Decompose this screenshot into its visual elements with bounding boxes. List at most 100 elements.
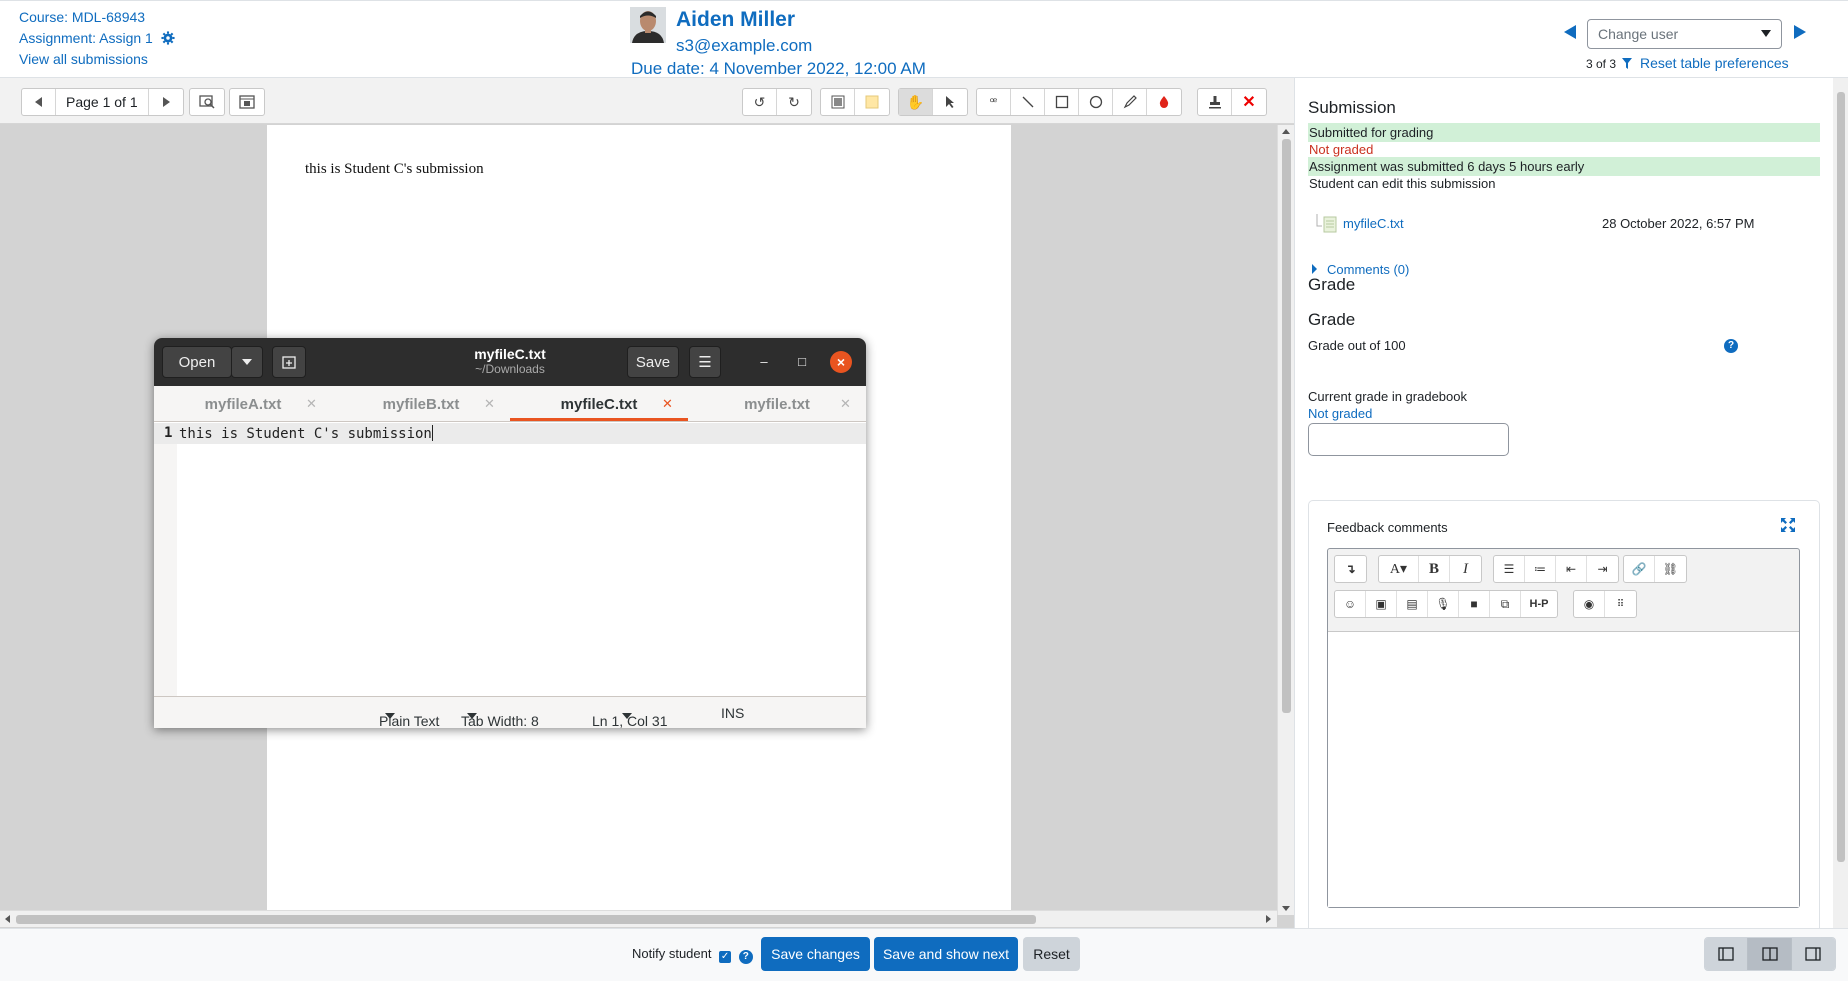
comment-tool-button[interactable]: ꟹ bbox=[977, 89, 1011, 115]
course-link[interactable]: Course: MDL-68943 bbox=[19, 9, 145, 25]
layout-collapse-grade-button[interactable] bbox=[1705, 938, 1749, 970]
select-tool-button[interactable] bbox=[933, 89, 967, 115]
maximize-icon[interactable]: □ bbox=[792, 352, 812, 372]
editor-title-bar[interactable]: Open myfileC.txt ~/Downloads Save ☰ – □ … bbox=[154, 338, 866, 386]
text-cursor bbox=[431, 425, 433, 441]
comment-color-icon bbox=[831, 95, 844, 109]
tab-myfileb[interactable]: myfileB.txt ✕ bbox=[332, 386, 510, 422]
scroll-down-icon[interactable] bbox=[1282, 906, 1290, 911]
scrollbar-thumb[interactable] bbox=[16, 915, 1036, 924]
assignment-link[interactable]: Assignment: Assign 1 bbox=[19, 30, 153, 46]
previous-user-icon[interactable] bbox=[1564, 25, 1576, 39]
unordered-list-button[interactable]: ☰ bbox=[1494, 556, 1525, 582]
triangle-left-icon bbox=[34, 97, 42, 107]
reset-table-preferences-link[interactable]: Reset table preferences bbox=[1640, 55, 1789, 71]
delete-annotation-button[interactable]: ✕ bbox=[1232, 89, 1266, 115]
save-changes-button[interactable]: Save changes bbox=[761, 937, 870, 971]
highlight-tool-button[interactable] bbox=[1147, 89, 1181, 115]
h5p-button[interactable]: H-P bbox=[1521, 591, 1557, 617]
rotate-left-button[interactable]: ↺ bbox=[743, 89, 777, 115]
comment-color-button[interactable] bbox=[821, 89, 855, 115]
emoji-button[interactable]: ☺ bbox=[1335, 591, 1366, 617]
unlink-button[interactable]: ⛓ bbox=[1655, 556, 1686, 582]
italic-button[interactable]: I bbox=[1450, 556, 1481, 582]
rotate-right-button[interactable]: ↻ bbox=[777, 89, 811, 115]
close-icon[interactable]: × bbox=[830, 351, 852, 373]
document-vertical-scrollbar[interactable] bbox=[1277, 125, 1294, 915]
previous-page-button[interactable] bbox=[22, 89, 56, 115]
rectangle-tool-button[interactable] bbox=[1045, 89, 1079, 115]
record-audio-button[interactable]: 🎙 bbox=[1428, 591, 1459, 617]
avatar[interactable] bbox=[630, 7, 666, 43]
grading-actions-footer: Notify student ✓ ? Save changes Save and… bbox=[0, 928, 1848, 981]
tab-myfilec[interactable]: myfileC.txt ✕ bbox=[510, 386, 688, 422]
ordered-list-button[interactable]: ≔ bbox=[1525, 556, 1556, 582]
expand-icon[interactable] bbox=[1780, 517, 1796, 533]
close-tab-icon[interactable]: ✕ bbox=[306, 396, 317, 412]
minimize-icon[interactable]: – bbox=[754, 352, 774, 372]
gear-icon[interactable] bbox=[161, 31, 175, 45]
tab-myfile[interactable]: myfile.txt ✕ bbox=[688, 386, 866, 422]
grader-app: Course: MDL-68943 Assignment: Assign 1 V… bbox=[0, 0, 1848, 981]
insert-mode-indicator[interactable]: INS bbox=[721, 705, 744, 721]
pan-tool-button[interactable]: ✋ bbox=[899, 89, 933, 115]
help-icon[interactable]: ? bbox=[738, 950, 753, 964]
manage-files-button[interactable]: ⧉ bbox=[1490, 591, 1521, 617]
editor-text-area[interactable]: 1 this is Student C's submission bbox=[154, 423, 866, 696]
scroll-up-icon[interactable] bbox=[1282, 129, 1290, 134]
drawing-tools-group: ꟹ bbox=[976, 88, 1182, 116]
save-button[interactable]: Save bbox=[627, 346, 679, 378]
hamburger-menu-button[interactable]: ☰ bbox=[689, 346, 721, 378]
submitted-file-link[interactable]: myfileC.txt bbox=[1343, 216, 1404, 231]
screen-reader-helper-button[interactable]: ⠿ bbox=[1605, 591, 1636, 617]
feedback-text-area[interactable] bbox=[1328, 631, 1799, 907]
scrollbar-thumb[interactable] bbox=[1282, 139, 1291, 713]
user-name-link[interactable]: Aiden Miller bbox=[676, 8, 795, 32]
image-button[interactable]: ▣ bbox=[1366, 591, 1397, 617]
record-video-button[interactable]: ■ bbox=[1459, 591, 1490, 617]
layout-default-button[interactable] bbox=[1748, 938, 1792, 970]
accessibility-checker-button[interactable]: ◉ bbox=[1574, 591, 1605, 617]
rotate-left-icon: ↺ bbox=[753, 93, 766, 110]
toolbar-toggle-button[interactable]: ↴ bbox=[1335, 556, 1366, 582]
line-tool-button[interactable] bbox=[1011, 89, 1045, 115]
search-comments-button[interactable] bbox=[190, 89, 224, 115]
bold-button[interactable]: B bbox=[1419, 556, 1450, 582]
pen-tool-button[interactable] bbox=[1113, 89, 1147, 115]
oval-tool-button[interactable] bbox=[1079, 89, 1113, 115]
cursor-arrow-icon bbox=[946, 96, 954, 108]
close-tab-icon[interactable]: ✕ bbox=[662, 396, 673, 412]
paragraph-style-button[interactable]: A▾ bbox=[1379, 556, 1419, 582]
tab-myfilea[interactable]: myfileA.txt ✕ bbox=[154, 386, 332, 422]
view-all-submissions-link[interactable]: View all submissions bbox=[19, 51, 148, 67]
layout-collapse-review-button[interactable] bbox=[1791, 938, 1835, 970]
scrollbar-thumb[interactable] bbox=[1837, 92, 1845, 862]
grade-input[interactable] bbox=[1308, 423, 1509, 456]
scroll-right-icon[interactable] bbox=[1266, 915, 1271, 923]
scroll-left-icon[interactable] bbox=[5, 915, 10, 923]
stamp-tool-button[interactable] bbox=[1198, 89, 1232, 115]
next-user-icon[interactable] bbox=[1794, 25, 1806, 39]
save-and-show-next-button[interactable]: Save and show next bbox=[874, 937, 1018, 971]
media-button[interactable]: ▤ bbox=[1397, 591, 1428, 617]
close-tab-icon[interactable]: ✕ bbox=[484, 396, 495, 412]
link-button[interactable]: 🔗 bbox=[1624, 556, 1655, 582]
annotation-color-button[interactable] bbox=[855, 89, 889, 115]
copy-files-icon: ⧉ bbox=[1500, 596, 1510, 611]
collapse-comments-button[interactable] bbox=[230, 89, 264, 115]
notify-student-checkbox[interactable]: ✓ bbox=[719, 951, 732, 963]
outdent-button[interactable]: ⇤ bbox=[1556, 556, 1587, 582]
current-grade-link[interactable]: Not graded bbox=[1308, 406, 1372, 421]
document-horizontal-scrollbar[interactable] bbox=[0, 910, 1277, 927]
reset-button[interactable]: Reset bbox=[1023, 937, 1080, 971]
change-user-select[interactable]: Change user bbox=[1587, 19, 1782, 49]
filter-icon[interactable] bbox=[1622, 58, 1633, 69]
indent-button[interactable]: ⇥ bbox=[1587, 556, 1618, 582]
line-icon bbox=[1022, 96, 1033, 108]
panel-scrollbar[interactable] bbox=[1833, 78, 1848, 928]
help-icon[interactable]: ? bbox=[1724, 339, 1738, 353]
page-label[interactable]: Page 1 of 1 bbox=[56, 89, 149, 115]
user-email-link[interactable]: s3@example.com bbox=[676, 36, 812, 56]
close-tab-icon[interactable]: ✕ bbox=[840, 396, 851, 412]
next-page-button[interactable] bbox=[149, 89, 183, 115]
